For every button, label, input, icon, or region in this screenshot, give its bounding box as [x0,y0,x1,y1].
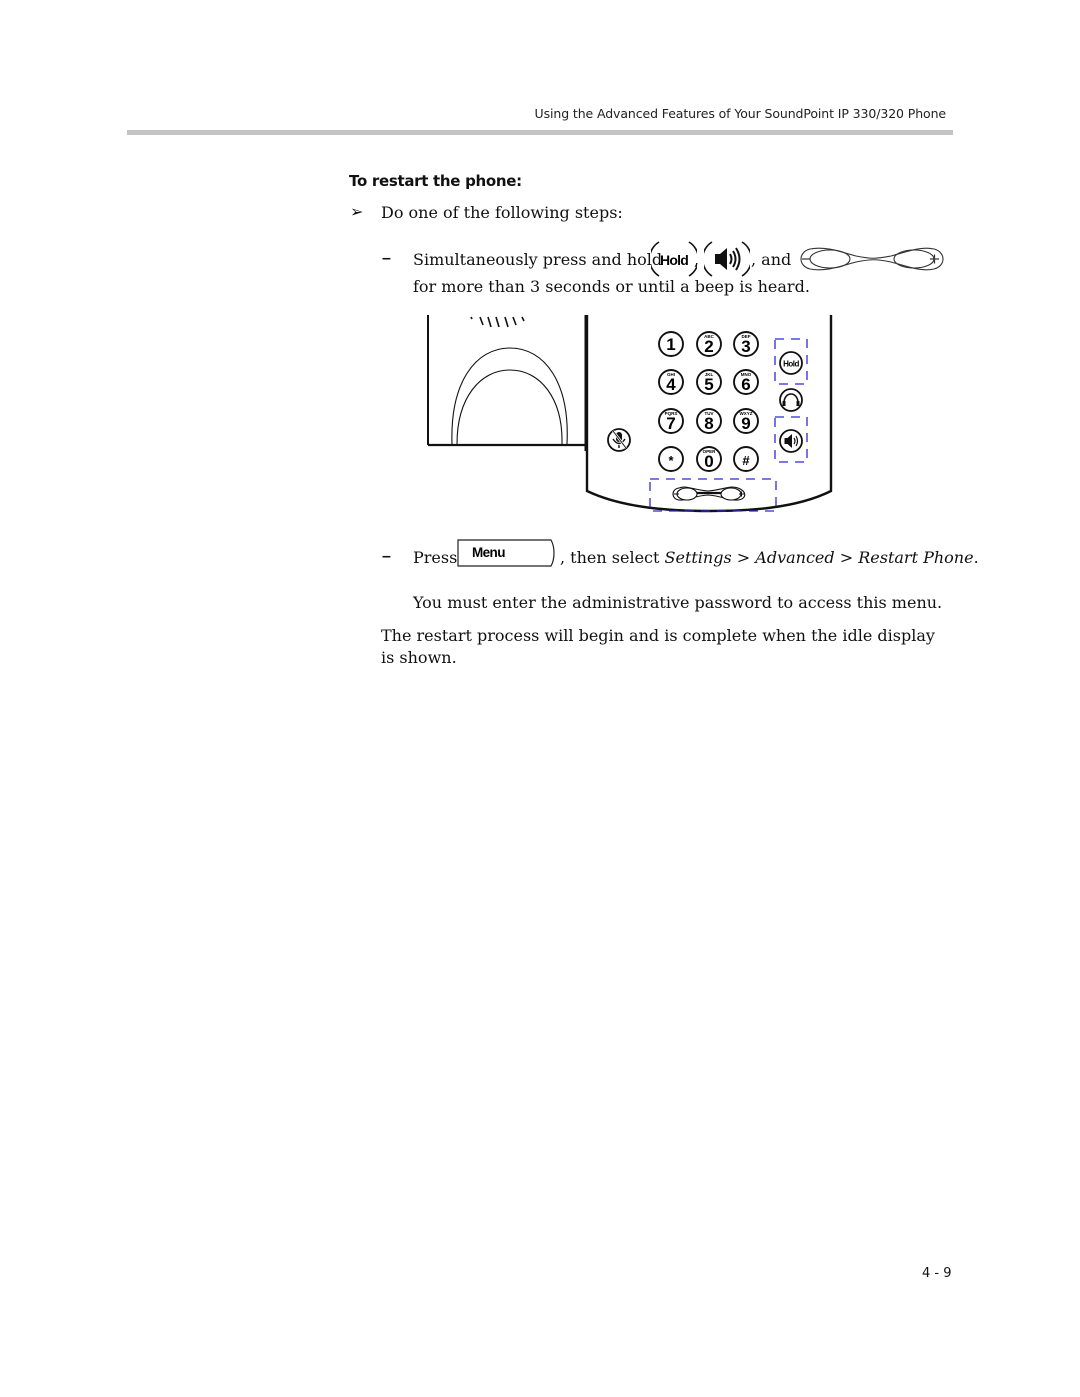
substep-1-text: Simultaneously press and hold [413,250,663,269]
menu-path-advanced: Advanced [755,548,835,567]
key-letters: JKL [705,372,714,377]
mute-key [607,428,631,452]
headset-key [779,388,803,412]
menu-softkey-label: Menu [472,545,505,560]
step-text: Do one of the following steps: [381,203,623,222]
key-letters: OPER [703,449,717,454]
substep-2-line: Press [413,548,457,567]
sentence-end: . [973,548,979,567]
key-digit: # [742,453,750,468]
speaker-icon [704,241,750,277]
keypad-key-2: 2ABC [696,331,722,357]
menu-path-line: , then select Settings > Advanced > Rest… [560,548,979,567]
keypad-key-3: 3DEF [733,331,759,357]
keypad: 1 2ABC 3DEF 4GHI 5JKL 6MNO 7PQRS 8TUV 9WXYZ * 0OPE… [658,331,759,472]
key-digit: * [668,453,674,468]
path-separator: > [839,548,854,567]
phone-figure: 1 2ABC 3DEF 4GHI 5JKL 6MNO 7PQRS 8TUV 9WXYZ * 0OPE… [427,315,833,513]
menu-path-settings: Settings [664,548,732,567]
key-letters: MNO [741,372,752,377]
keypad-key-4: 4GHI [658,369,684,395]
key-digit: 4 [666,375,676,394]
key-letters: PQRS [665,411,678,416]
substep-bullet: – [382,250,391,267]
keypad-key-9: 9WXYZ [733,408,759,434]
key-digit: 9 [741,414,750,433]
speaker-key [779,429,803,453]
keypad-key-6: 6MNO [733,369,759,395]
hold-key: Hold [779,351,803,375]
key-digit: 3 [741,337,750,356]
hold-key-icon: Hold [651,241,697,277]
keypad-key-pound: # [733,446,759,472]
volume-rocker [672,486,746,501]
key-digit: 0 [704,452,713,471]
key-digit: 8 [704,414,713,433]
then-select-text: , then select [560,548,660,567]
key-digit: 1 [666,335,675,354]
keypad-key-8: 8TUV [696,408,722,434]
section-title: To restart the phone: [349,172,522,190]
key-digit: 6 [741,375,750,394]
key-digit: 2 [704,337,713,356]
menu-softkey-icon: Menu [457,539,555,567]
keypad-key-7: 7PQRS [658,408,684,434]
volume-rocker-icon [800,247,944,271]
key-letters: ABC [704,334,714,339]
note-text: You must enter the administrative passwo… [413,593,943,612]
key-digit: 7 [666,414,675,433]
substep-2-text: Press [413,548,458,567]
key-letters: WXYZ [740,411,753,416]
result-text: The restart process will begin and is co… [381,626,935,667]
hold-key-label: Hold [783,360,799,369]
path-separator: > [736,548,751,567]
hold-key-label: Hold [660,252,688,268]
keypad-key-5: 5JKL [696,369,722,395]
menu-path-restart-phone: Restart Phone [858,548,974,567]
key-digit: 5 [704,375,713,394]
keypad-key-star: * [658,446,684,472]
keypad-key-1: 1 [658,331,684,357]
key-letters: DEF [742,334,751,339]
substep-1-line-2: for more than 3 seconds or until a beep … [413,277,810,296]
header-rule [127,130,953,135]
handset-cradle [427,315,588,451]
keypad-key-0: 0OPER [696,446,722,472]
key-letters: GHI [667,372,675,377]
running-header: Using the Advanced Features of Your Soun… [534,106,947,121]
separator-and: , and [751,250,792,269]
arrow-bullet-icon: ➢ [350,202,364,221]
separator-comma: , [694,250,700,269]
page-number: 4 - 9 [922,1266,952,1281]
substep-bullet: – [382,548,391,565]
key-letters: TUV [705,411,714,416]
substep-1-line-1: Simultaneously press and hold [413,250,662,269]
